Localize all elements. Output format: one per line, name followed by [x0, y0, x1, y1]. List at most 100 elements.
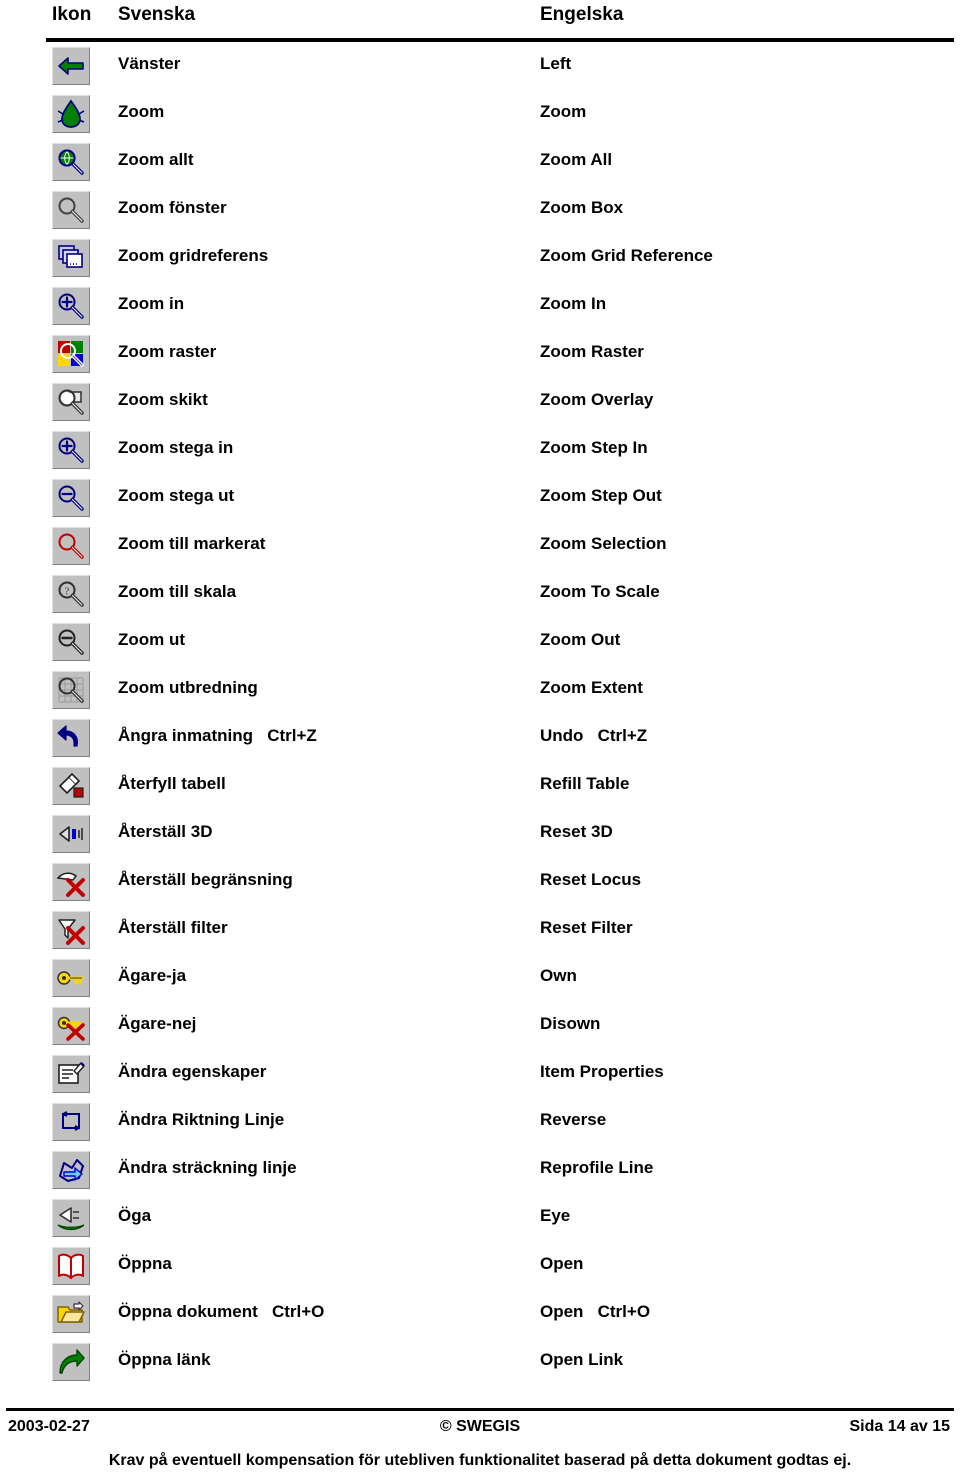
english-label: Reset Locus [540, 870, 642, 889]
toolbar-button[interactable] [52, 767, 90, 805]
zoom-raster-icon [58, 341, 84, 367]
english-label: Zoom Selection [540, 534, 667, 553]
swedish-label: Återställ filter [118, 918, 228, 937]
swedish-label: Återfyll tabell [118, 774, 226, 793]
english-label: Zoom Grid Reference [540, 246, 713, 265]
toolbar-button[interactable] [52, 1055, 90, 1093]
table-row: Öga Eye [0, 1196, 960, 1244]
english-label: Zoom Step Out [540, 486, 662, 505]
toolbar-button[interactable] [52, 239, 90, 277]
swedish-label: Ändra sträckning linje [118, 1158, 297, 1177]
swedish-label: Zoom gridreferens [118, 246, 269, 265]
table-row: ? Zoom till skala Zoom To Scale [0, 572, 960, 620]
toolbar-button[interactable] [52, 1103, 90, 1141]
table-row: Öppna länk Open Link [0, 1340, 960, 1388]
table-row: Zoom stega ut Zoom Step Out [0, 476, 960, 524]
column-header-icon: Ikon [52, 4, 92, 25]
icon-cell [52, 335, 92, 375]
icon-cell [52, 527, 92, 567]
toolbar-button[interactable] [52, 623, 90, 661]
english-label: Zoom [540, 102, 587, 121]
toolbar-button[interactable] [52, 335, 90, 373]
english-label: Zoom Raster [540, 342, 644, 361]
table-header: Ikon Svenska Engelska [0, 0, 960, 44]
reprofile-line-icon [59, 1159, 84, 1182]
english-label: Undo Ctrl+Z [540, 726, 648, 745]
toolbar-button[interactable] [52, 863, 90, 901]
english-label: Zoom Out [540, 630, 621, 649]
column-header-swedish: Svenska [118, 4, 196, 25]
table-row: Återställ begränsning Reset Locus [0, 860, 960, 908]
footer-copyright: © SWEGIS [439, 1418, 521, 1435]
toolbar-button[interactable] [52, 479, 90, 517]
toolbar-button[interactable] [52, 287, 90, 325]
table-row: Ändra sträckning linje Reprofile Line [0, 1148, 960, 1196]
swedish-label: Ändra egenskaper [118, 1062, 267, 1081]
toolbar-button[interactable] [52, 1199, 90, 1237]
swedish-label: Ångra inmatning Ctrl+Z [118, 726, 317, 745]
icon-cell [52, 1103, 92, 1143]
swedish-label: Zoom in [118, 294, 185, 313]
icon-cell [52, 671, 92, 711]
swedish-label: Zoom utbredning [118, 678, 258, 697]
toolbar-button[interactable] [52, 47, 90, 85]
table-row: Ägare-ja Own [0, 956, 960, 1004]
zoom-selection-icon [58, 533, 84, 559]
icon-cell [52, 767, 92, 807]
english-label: Disown [540, 1014, 601, 1033]
toolbar-button[interactable] [52, 1343, 90, 1381]
undo-icon [57, 725, 78, 747]
reset-locus-icon [56, 872, 85, 897]
icon-cell [52, 959, 92, 999]
toolbar-button[interactable] [52, 959, 90, 997]
toolbar-button[interactable] [52, 1007, 90, 1045]
toolbar-button[interactable] [52, 383, 90, 421]
eye-icon [57, 1207, 85, 1231]
toolbar-button[interactable] [52, 191, 90, 229]
zoom-extent-icon [58, 677, 84, 703]
open-folder-icon [57, 1301, 85, 1323]
reset-3d-icon [59, 826, 83, 842]
english-label: Reverse [540, 1110, 607, 1129]
toolbar-button[interactable] [52, 1247, 90, 1285]
toolbar-button[interactable] [52, 671, 90, 709]
toolbar-button[interactable] [52, 815, 90, 853]
icon-cell [52, 479, 92, 519]
table-row: Vänster Left [0, 44, 960, 92]
table-row: Zoom allt Zoom All [0, 140, 960, 188]
english-label: Zoom Box [540, 198, 624, 217]
toolbar-button[interactable] [52, 911, 90, 949]
english-label: Zoom To Scale [540, 582, 660, 601]
swedish-label: Zoom fönster [118, 198, 227, 217]
toolbar-button[interactable] [52, 143, 90, 181]
swedish-label: Öga [118, 1206, 152, 1225]
swedish-label: Zoom till markerat [118, 534, 266, 553]
table-row: Ändra Riktning Linje Reverse [0, 1100, 960, 1148]
reset-filter-icon [58, 919, 85, 945]
table-row: Zoom stega in Zoom Step In [0, 428, 960, 476]
icon-cell [52, 47, 92, 87]
toolbar-button[interactable] [52, 719, 90, 757]
toolbar-button[interactable] [52, 95, 90, 133]
swedish-label: Zoom skikt [118, 390, 208, 409]
icon-cell [52, 719, 92, 759]
toolbar-button[interactable]: ? [52, 575, 90, 613]
icon-cell [52, 95, 92, 135]
swedish-label: Zoom stega ut [118, 486, 235, 505]
icon-cell [52, 431, 92, 471]
icon-cell [52, 1151, 92, 1191]
swedish-label: Ägare-nej [118, 1014, 197, 1033]
english-label: Refill Table [540, 774, 630, 793]
toolbar-button[interactable] [52, 1151, 90, 1189]
zoom-overlay-icon [58, 389, 84, 415]
zoom-in-icon [58, 293, 84, 319]
svg-text:?: ? [65, 587, 70, 598]
toolbar-button[interactable] [52, 431, 90, 469]
english-label: Open Ctrl+O [540, 1302, 651, 1321]
table-row: Ångra inmatning Ctrl+Z Undo Ctrl+Z [0, 716, 960, 764]
icon-cell [52, 815, 92, 855]
toolbar-button[interactable] [52, 1295, 90, 1333]
icon-cell [52, 383, 92, 423]
toolbar-button[interactable] [52, 527, 90, 565]
english-label: Zoom Step In [540, 438, 648, 457]
